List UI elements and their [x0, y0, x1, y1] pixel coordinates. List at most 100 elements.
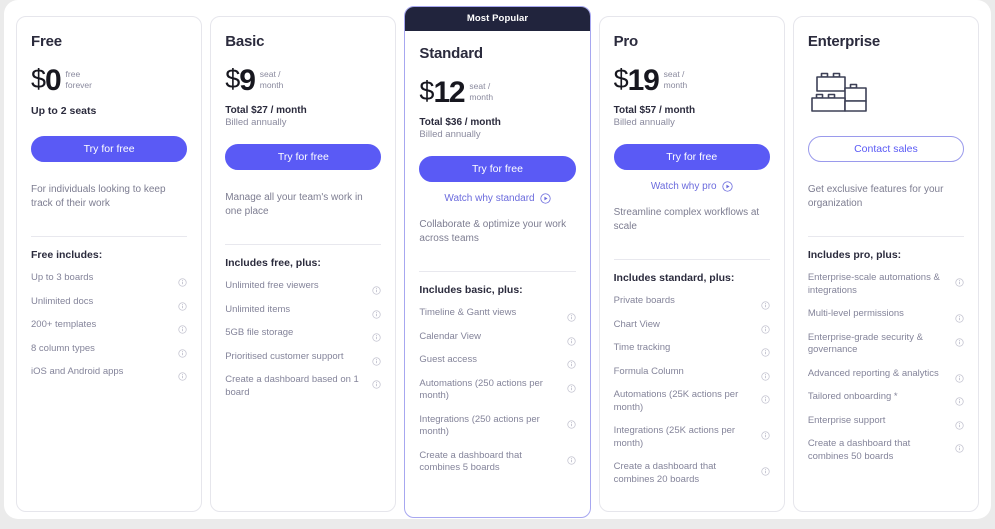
feature-label: Unlimited free viewers	[225, 280, 366, 293]
feature-label: Time tracking	[614, 342, 755, 355]
feature-label: Chart View	[614, 319, 755, 332]
feature-item: Timeline & Gantt views	[419, 307, 575, 320]
try-for-free-button[interactable]: Try for free	[614, 144, 770, 170]
plan-description: Collaborate & optimize your work across …	[419, 218, 575, 260]
feature-item: Advanced reporting & analytics	[808, 368, 964, 381]
lego-blocks-icon	[808, 64, 964, 120]
feature-label: Enterprise support	[808, 415, 949, 428]
info-icon[interactable]	[178, 345, 187, 354]
feature-list: Enterprise-scale automations & integrati…	[808, 272, 964, 474]
info-icon[interactable]	[178, 298, 187, 307]
info-icon[interactable]	[178, 321, 187, 330]
feature-label: Unlimited docs	[31, 296, 172, 309]
total-price-line: Total $27 / month	[225, 105, 381, 116]
feature-label: Advanced reporting & analytics	[808, 368, 949, 381]
try-for-free-button[interactable]: Try for free	[31, 136, 187, 162]
play-circle-icon	[722, 181, 733, 192]
feature-label: Unlimited items	[225, 304, 366, 317]
feature-label: Private boards	[614, 295, 755, 308]
plan-name-basic: Basic	[225, 33, 381, 50]
feature-item: Create a dashboard based on 1 board	[225, 374, 381, 399]
info-icon[interactable]	[372, 353, 381, 362]
info-icon[interactable]	[761, 427, 770, 436]
price-amount: 19	[628, 64, 659, 97]
feature-list: Unlimited free viewers Unlimited items 5GB…	[225, 280, 381, 410]
info-icon[interactable]	[761, 297, 770, 306]
includes-title: Includes standard, plus:	[614, 272, 770, 284]
seats-line: Up to 2 seats	[31, 105, 187, 117]
watch-why-pro-link[interactable]: Watch why pro	[614, 181, 770, 192]
pricing-page: Free$0free foreverUp to 2 seatsTry for f…	[0, 0, 995, 529]
feature-list: Up to 3 boards Unlimited docs 200+ templat…	[31, 272, 187, 390]
price-row: $19seat / month	[614, 64, 770, 98]
feature-label: Multi-level permissions	[808, 308, 949, 321]
info-icon[interactable]	[955, 370, 964, 379]
feature-item: 5GB file storage	[225, 327, 381, 340]
price-row: $12seat / month	[419, 76, 575, 110]
feature-label: Guest access	[419, 354, 560, 367]
feature-label: Integrations (25K actions per month)	[614, 425, 755, 450]
feature-label: 8 column types	[31, 343, 172, 356]
watch-link-label: Watch why pro	[651, 181, 717, 192]
try-for-free-button[interactable]: Try for free	[419, 156, 575, 182]
info-icon[interactable]	[372, 306, 381, 315]
info-icon[interactable]	[761, 391, 770, 400]
info-icon[interactable]	[372, 282, 381, 291]
plan-description: Manage all your team's work in one place	[225, 191, 381, 233]
info-icon[interactable]	[955, 417, 964, 426]
info-icon[interactable]	[955, 274, 964, 283]
feature-item: Tailored onboarding *	[808, 391, 964, 404]
plan-name-free: Free	[31, 33, 187, 50]
section-divider	[419, 271, 575, 272]
cta-zone: Try for free	[225, 144, 381, 170]
pricing-card-free: Free$0free foreverUp to 2 seatsTry for f…	[16, 16, 202, 512]
info-icon[interactable]	[372, 329, 381, 338]
feature-item: Prioritised customer support	[225, 351, 381, 364]
feature-item: Multi-level permissions	[808, 308, 964, 321]
info-icon[interactable]	[761, 463, 770, 472]
feature-item: Automations (250 actions per month)	[419, 378, 575, 403]
info-icon[interactable]	[567, 452, 576, 461]
price-currency: $	[31, 64, 45, 95]
price-row: $9seat / month	[225, 64, 381, 98]
info-icon[interactable]	[955, 334, 964, 343]
info-icon[interactable]	[567, 380, 576, 389]
includes-title: Free includes:	[31, 249, 187, 261]
feature-label: Create a dashboard based on 1 board	[225, 374, 366, 399]
info-icon[interactable]	[761, 344, 770, 353]
plan-name-enterprise: Enterprise	[808, 33, 964, 50]
info-icon[interactable]	[955, 310, 964, 319]
info-icon[interactable]	[178, 274, 187, 283]
feature-label: Timeline & Gantt views	[419, 307, 560, 320]
feature-item: 200+ templates	[31, 319, 187, 332]
feature-item: Time tracking	[614, 342, 770, 355]
watch-why-standard-link[interactable]: Watch why standard	[419, 193, 575, 204]
feature-label: Create a dashboard that combines 20 boar…	[614, 461, 755, 486]
info-icon[interactable]	[372, 376, 381, 385]
try-for-free-button[interactable]: Try for free	[225, 144, 381, 170]
info-icon[interactable]	[567, 416, 576, 425]
info-icon[interactable]	[955, 393, 964, 402]
info-icon[interactable]	[567, 356, 576, 365]
pricing-plan-list: Free$0free foreverUp to 2 seatsTry for f…	[16, 6, 979, 516]
feature-item: Unlimited free viewers	[225, 280, 381, 293]
plan-price-block: $12seat / monthTotal $36 / monthBilled a…	[419, 76, 575, 140]
info-icon[interactable]	[567, 309, 576, 318]
feature-label: Tailored onboarding *	[808, 391, 949, 404]
feature-label: Up to 3 boards	[31, 272, 172, 285]
info-icon[interactable]	[761, 368, 770, 377]
feature-item: Private boards	[614, 295, 770, 308]
info-icon[interactable]	[761, 321, 770, 330]
feature-item: Integrations (25K actions per month)	[614, 425, 770, 450]
feature-label: 200+ templates	[31, 319, 172, 332]
plan-description: Get exclusive features for your organiza…	[808, 183, 964, 225]
includes-title: Includes pro, plus:	[808, 249, 964, 261]
contact-sales-button[interactable]: Contact sales	[808, 136, 964, 162]
pricing-card-basic: Basic$9seat / monthTotal $27 / monthBill…	[210, 16, 396, 512]
price-unit: seat / month	[260, 69, 284, 91]
info-icon[interactable]	[955, 440, 964, 449]
price-amount: 9	[239, 64, 255, 97]
info-icon[interactable]	[567, 333, 576, 342]
section-divider	[614, 259, 770, 260]
info-icon[interactable]	[178, 368, 187, 377]
